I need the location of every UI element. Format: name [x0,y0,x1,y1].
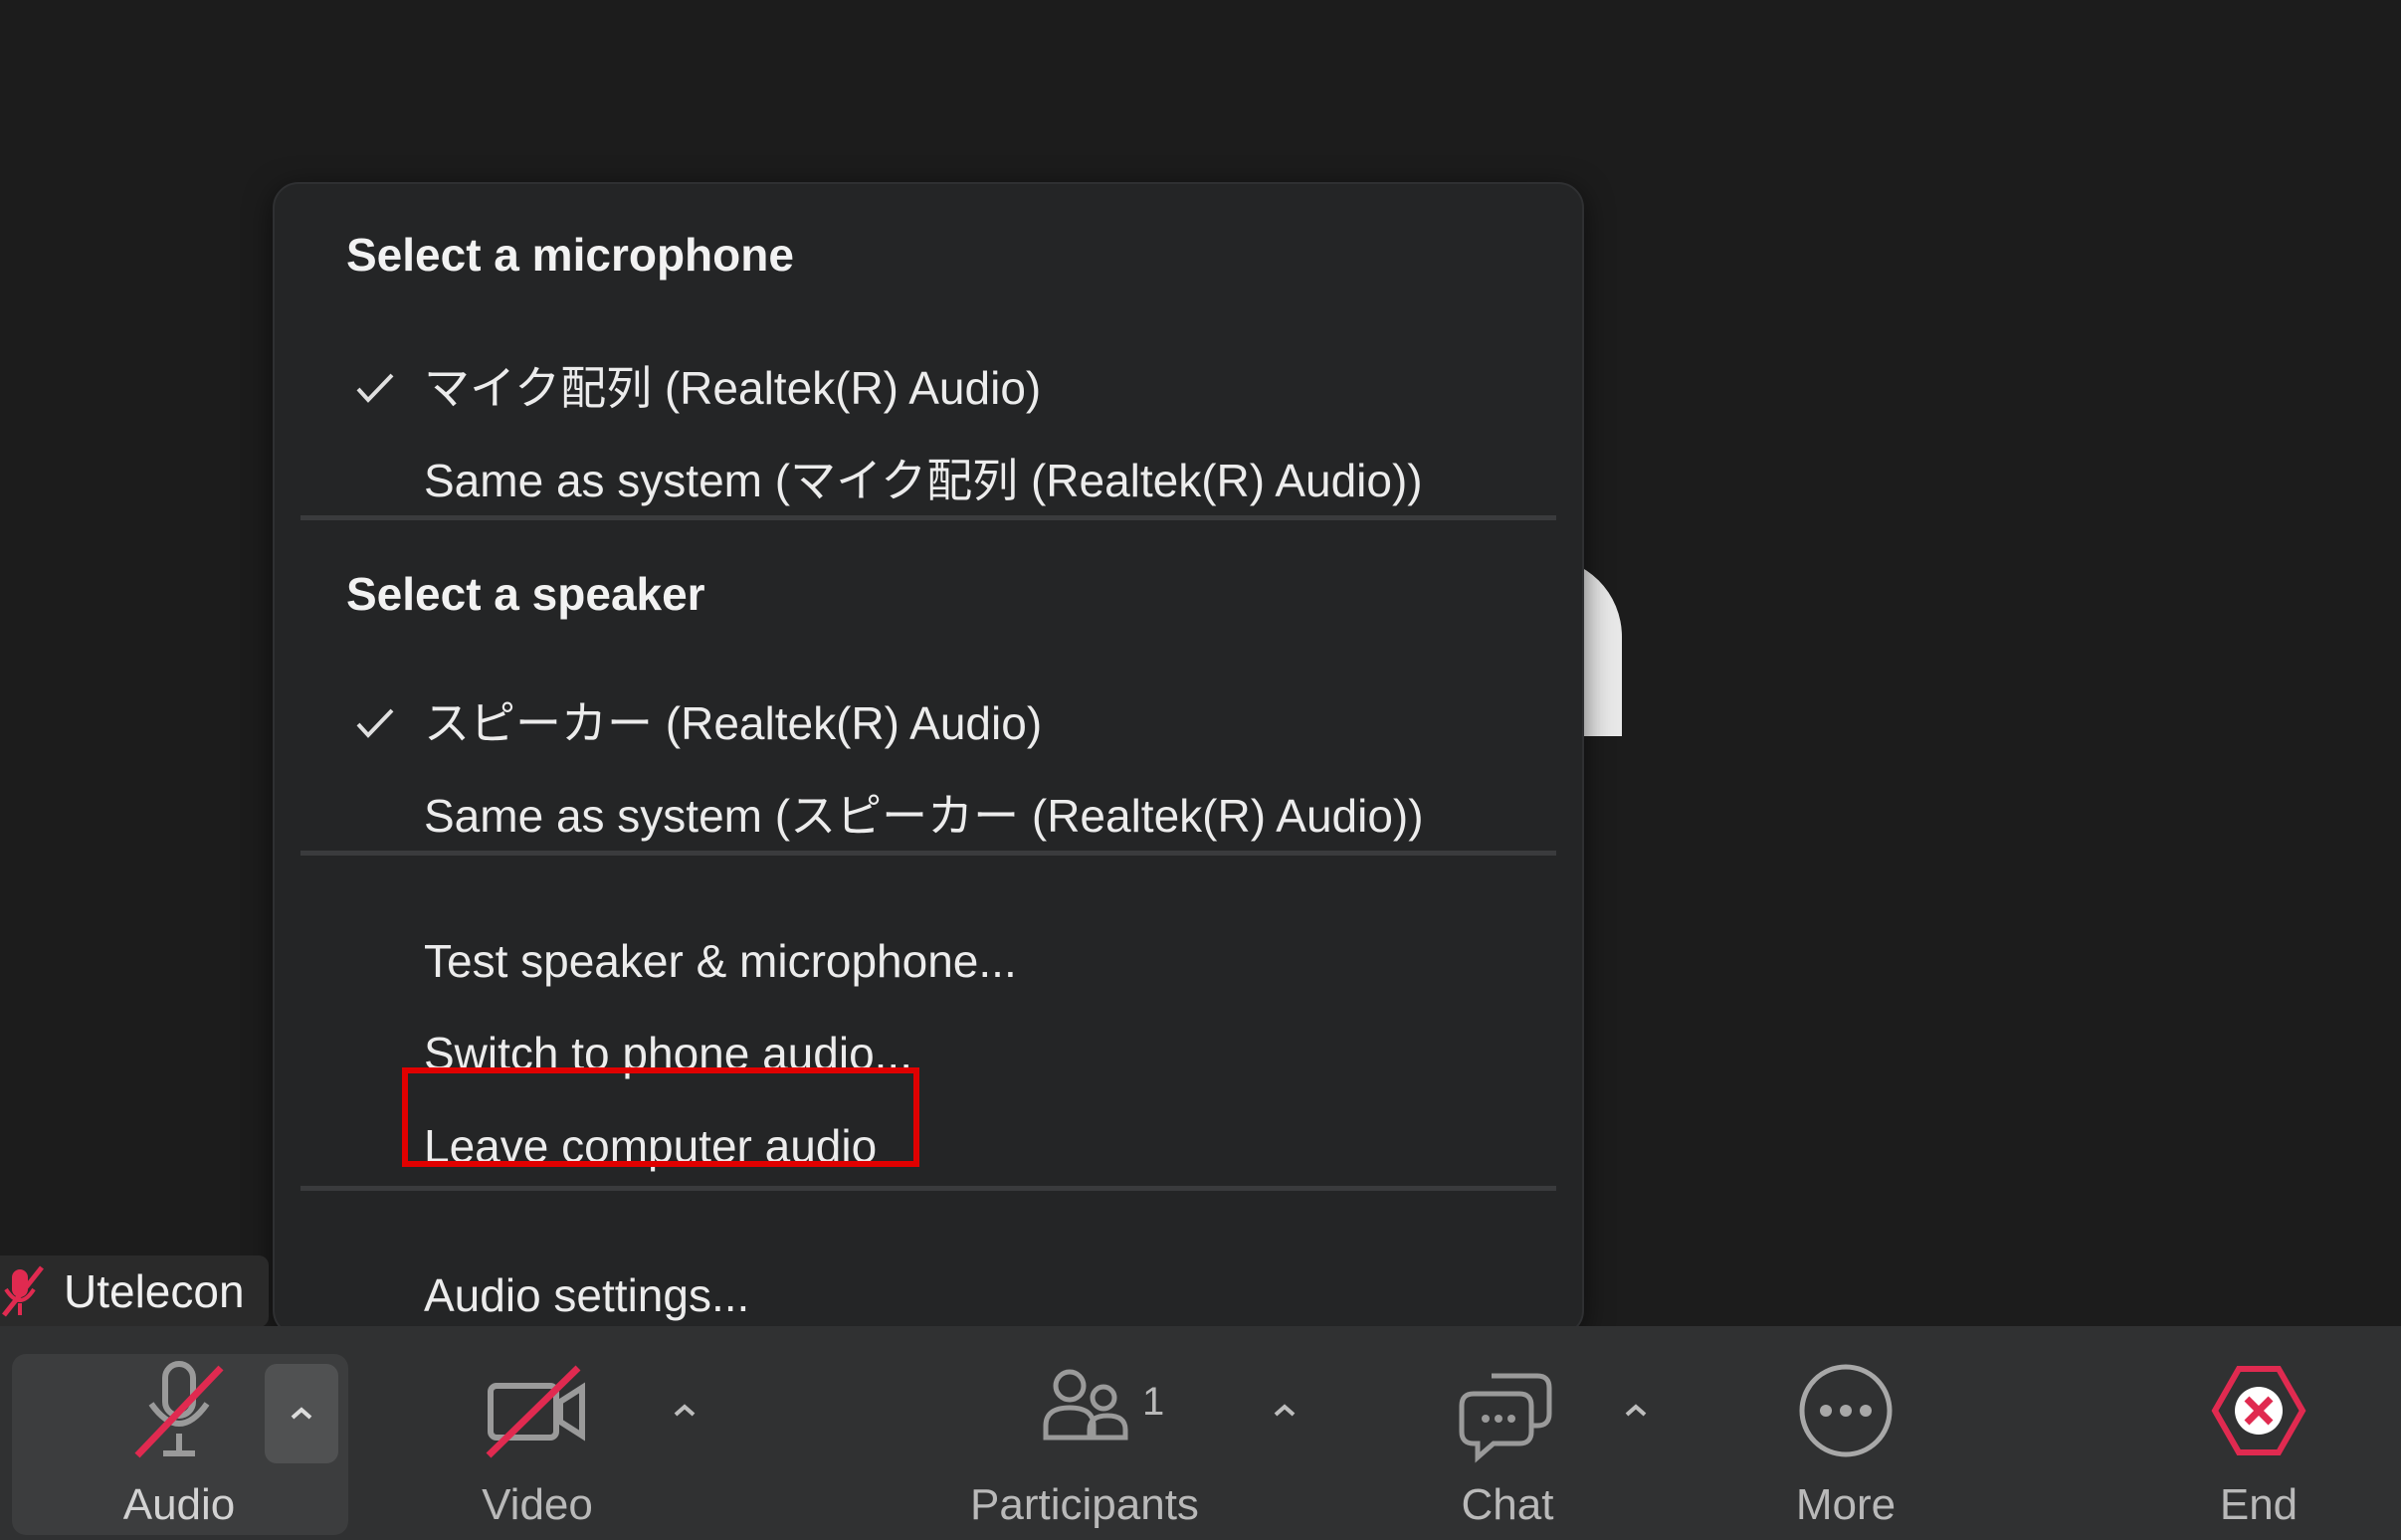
more-button[interactable]: More [1766,1326,1925,1540]
participants-options-caret[interactable] [1250,1376,1319,1445]
participants-label: Participants [970,1480,1199,1529]
speaker-option-same-as-system[interactable]: Same as system (スピーカー (Realtek(R) Audio)… [424,781,1424,851]
test-speaker-microphone-item[interactable]: Test speaker & microphone... [424,926,1017,996]
participant-name: Utelecon [64,1265,245,1317]
muted-mic-icon [2,1265,44,1317]
end-button[interactable]: End [2179,1326,2338,1540]
menu-divider [300,851,1556,856]
highlight-box [402,1067,919,1167]
chevron-up-icon [674,1404,696,1417]
chevron-up-icon [1625,1404,1647,1417]
more-icon [1799,1364,1893,1457]
video-options-caret[interactable] [650,1376,719,1445]
chat-options-caret[interactable] [1601,1376,1671,1445]
audio-label: Audio [122,1480,236,1529]
checkmark-icon [356,708,394,738]
participant-name-tag: Utelecon [0,1255,269,1327]
menu-divider [300,515,1556,520]
chevron-up-icon [291,1407,312,1420]
participant-count: 1 [1142,1380,1165,1424]
chat-button[interactable]: Chat [1428,1326,1587,1540]
meeting-toolbar: Audio Video Participants 1 Chat More End [0,1326,2401,1540]
end-label: End [2219,1480,2299,1529]
chat-icon [1459,1373,1552,1463]
participants-icon [1043,1369,1128,1441]
chevron-up-icon [1274,1404,1296,1417]
end-call-icon [2211,1366,2306,1455]
microphone-option-same-as-system[interactable]: Same as system (マイク配列 (Realtek(R) Audio)… [424,446,1423,515]
checkmark-icon [356,373,394,403]
video-button[interactable]: Video [458,1326,617,1540]
microphone-section-title: Select a microphone [346,229,794,281]
speaker-option-realtek[interactable]: スピーカー (Realtek(R) Audio) [424,688,1042,758]
more-label: More [1795,1480,1897,1529]
muted-mic-icon [134,1361,224,1458]
participants-button[interactable]: Participants [935,1326,1234,1540]
audio-options-caret[interactable] [265,1364,338,1463]
audio-settings-item[interactable]: Audio settings... [424,1260,749,1330]
menu-divider [300,1186,1556,1191]
video-off-icon [486,1365,585,1458]
speaker-section-title: Select a speaker [346,568,705,620]
video-label: Video [482,1480,593,1529]
microphone-option-realtek[interactable]: マイク配列 (Realtek(R) Audio) [424,353,1041,423]
audio-button[interactable]: Audio [100,1326,259,1540]
chat-label: Chat [1461,1480,1554,1529]
